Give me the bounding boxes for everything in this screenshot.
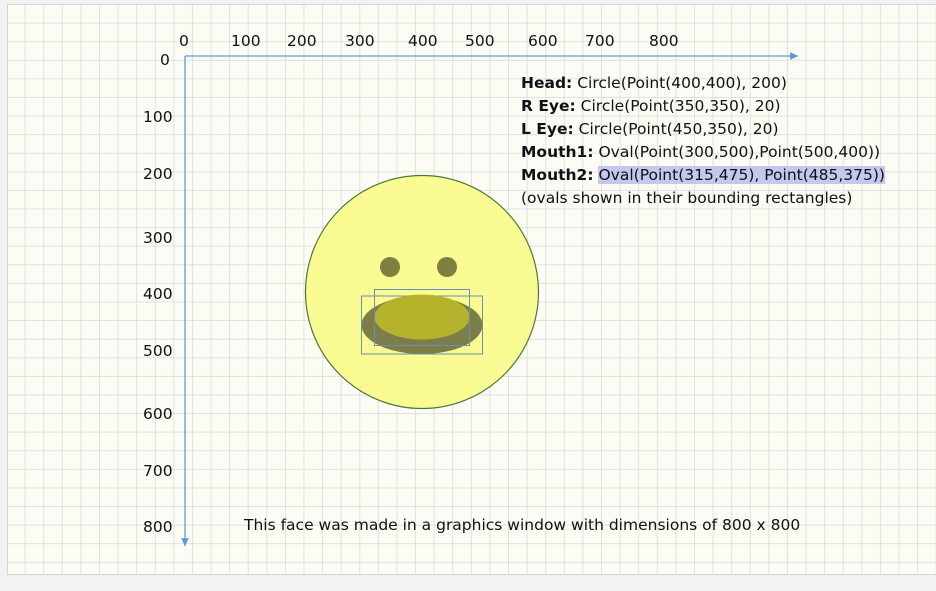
mouth2-label: Mouth2: [521, 166, 594, 184]
right-eye-info: R Eye: Circle(Point(350,350), 20) [521, 95, 781, 118]
x-tick-label: 400 [408, 32, 438, 50]
left-eye-value: Circle(Point(450,350), 20) [578, 120, 779, 138]
mouth2-oval [374, 294, 470, 340]
right-eye-label: R Eye: [521, 97, 576, 115]
left-eye-label: L Eye: [521, 120, 574, 138]
y-tick-label: 200 [143, 165, 173, 183]
x-tick-label: 800 [649, 32, 679, 50]
head-circle [304, 174, 540, 410]
x-tick-label: 200 [287, 32, 317, 50]
y-tick-label: 500 [143, 342, 173, 360]
mouth1-info: Mouth1: Oval(Point(300,500),Point(500,40… [521, 141, 880, 164]
y-tick-label: 800 [143, 518, 173, 536]
mouth2-value-highlighted[interactable]: Oval(Point(315,475), Point(485,375)) [598, 166, 885, 184]
x-tick-label: 600 [528, 32, 558, 50]
mouth1-value: Oval(Point(300,500),Point(500,400)) [598, 143, 881, 161]
ovals-note: (ovals shown in their bounding rectangle… [521, 189, 853, 207]
mouth1-label: Mouth1: [521, 143, 594, 161]
right-eye [380, 257, 400, 277]
x-tick-label: 500 [465, 32, 495, 50]
x-tick-label: 100 [231, 32, 261, 50]
x-tick-label: 0 [179, 32, 189, 50]
caption: This face was made in a graphics window … [244, 516, 801, 534]
x-tick-label: 300 [345, 32, 375, 50]
left-eye-info: L Eye: Circle(Point(450,350), 20) [521, 118, 779, 141]
face-diagram: 0 100 200 300 400 500 600 700 800 0 100 … [143, 32, 798, 546]
y-tick-label: 400 [143, 285, 173, 303]
mouth2-info: Mouth2: Oval(Point(315,475), Point(485,3… [521, 164, 885, 187]
head-value: Circle(Point(400,400), 200) [577, 74, 787, 92]
head-info: Head: Circle(Point(400,400), 200) [521, 72, 787, 95]
y-tick-label: 0 [160, 51, 170, 69]
y-tick-label: 700 [143, 462, 173, 480]
head-label: Head: [521, 74, 573, 92]
y-tick-label: 600 [143, 405, 173, 423]
x-tick-label: 700 [585, 32, 615, 50]
right-eye-value: Circle(Point(350,350), 20) [580, 97, 781, 115]
y-tick-label: 100 [143, 108, 173, 126]
y-tick-label: 300 [143, 229, 173, 247]
left-eye [437, 257, 457, 277]
